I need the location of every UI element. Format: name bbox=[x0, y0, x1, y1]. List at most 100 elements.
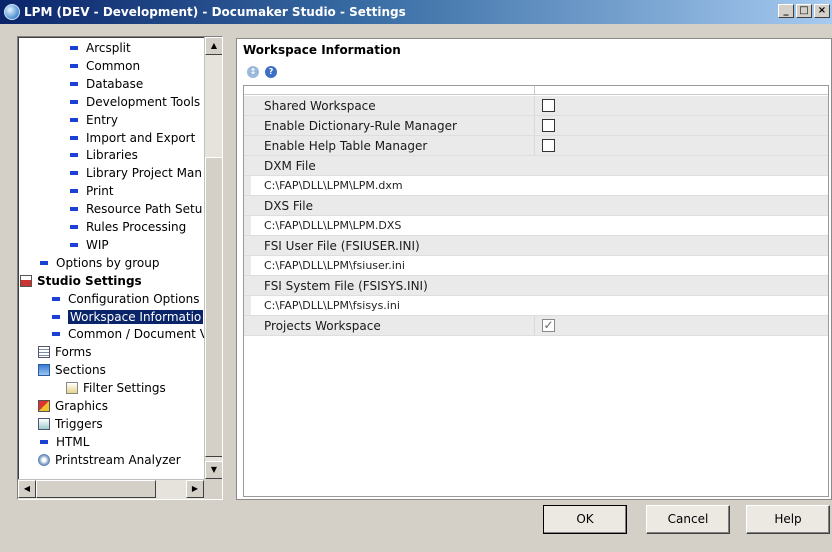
tree-item[interactable]: Common / Document V bbox=[50, 325, 204, 343]
bullet-icon bbox=[52, 296, 60, 301]
bullet-icon bbox=[70, 46, 78, 50]
checkbox[interactable] bbox=[542, 99, 555, 112]
property-label: DXS File bbox=[264, 198, 313, 213]
tree-item[interactable]: Filter Settings bbox=[66, 379, 166, 397]
row-margin bbox=[244, 216, 251, 235]
html-icon bbox=[40, 439, 48, 444]
path-value[interactable]: C:\FAP\DLL\LPM\LPM.DXS bbox=[264, 219, 401, 232]
tree-item-label: HTML bbox=[56, 434, 90, 449]
window-title: LPM (DEV - Development) - Documaker Stud… bbox=[24, 5, 406, 19]
cancel-button[interactable]: Cancel bbox=[646, 505, 730, 534]
property-value-row[interactable]: C:\FAP\DLL\LPM\LPM.DXS bbox=[244, 216, 828, 236]
column-divider bbox=[534, 136, 535, 155]
tree-item-label: Triggers bbox=[55, 416, 103, 431]
column-divider bbox=[534, 116, 535, 135]
tree-item[interactable]: HTML bbox=[38, 433, 89, 451]
tree-item[interactable]: Libraries bbox=[68, 146, 138, 164]
checkbox[interactable]: ✓ bbox=[542, 319, 555, 332]
scroll-down-arrow-icon[interactable]: ▼ bbox=[205, 461, 222, 479]
property-value-row[interactable]: C:\FAP\DLL\LPM\LPM.dxm bbox=[244, 176, 828, 196]
scroll-left-arrow-icon[interactable]: ◀ bbox=[18, 480, 36, 498]
app-icon bbox=[4, 4, 20, 20]
property-header: FSI User File (FSIUSER.INI) bbox=[244, 236, 828, 256]
property-header: DXM File bbox=[244, 156, 828, 176]
tree-item-label: Graphics bbox=[55, 399, 108, 413]
property-grid: Shared Workspace Enable Dictionary-Rule M… bbox=[243, 85, 829, 497]
tree-horizontal-scrollbar[interactable]: ◀ ▶ bbox=[18, 479, 204, 499]
bullet-icon bbox=[70, 117, 78, 122]
tree-vscroll-thumb[interactable] bbox=[205, 157, 222, 457]
tree-item[interactable]: WIP bbox=[68, 236, 109, 254]
path-value[interactable]: C:\FAP\DLL\LPM\LPM.dxm bbox=[264, 179, 403, 192]
minimize-button[interactable]: _ bbox=[778, 4, 794, 18]
graphics-icon bbox=[38, 400, 50, 412]
tree-item[interactable]: Import and Export bbox=[68, 129, 195, 147]
tree-item-label: Resource Path Setu bbox=[86, 202, 203, 217]
tree-item[interactable]: Triggers bbox=[38, 415, 103, 433]
tree-hscroll-thumb[interactable] bbox=[36, 480, 156, 498]
tree-item[interactable]: Rules Processing bbox=[68, 218, 186, 236]
help-button[interactable]: Help bbox=[746, 505, 830, 534]
sections-icon bbox=[38, 364, 50, 377]
grid-header-divider bbox=[534, 86, 535, 95]
path-value[interactable]: C:\FAP\DLL\LPM\fsisys.ini bbox=[264, 299, 400, 312]
property-row[interactable]: Shared Workspace bbox=[244, 96, 828, 116]
window-controls: _ □ × bbox=[778, 4, 830, 18]
row-margin bbox=[244, 176, 251, 195]
tree-item[interactable]: Common bbox=[68, 57, 140, 75]
tree-item-label: Import and Export bbox=[86, 130, 196, 145]
triggers-icon bbox=[38, 417, 50, 430]
property-value-row[interactable]: C:\FAP\DLL\LPM\fsisys.ini bbox=[244, 296, 828, 316]
tree-item[interactable]: Forms bbox=[38, 343, 91, 361]
tree-item[interactable]: Resource Path Setu bbox=[68, 200, 202, 218]
property-label: FSI User File (FSIUSER.INI) bbox=[264, 238, 420, 253]
tree-item[interactable]: Database bbox=[68, 75, 143, 93]
grid-header bbox=[244, 86, 828, 95]
tree-item[interactable]: Print bbox=[68, 182, 114, 200]
tree-item[interactable]: Printstream Analyzer bbox=[38, 451, 181, 469]
path-value[interactable]: C:\FAP\DLL\LPM\fsiuser.ini bbox=[264, 259, 405, 272]
bullet-icon bbox=[70, 189, 78, 194]
bullet-icon bbox=[40, 260, 48, 265]
property-value-row[interactable]: C:\FAP\DLL\LPM\fsiuser.ini bbox=[244, 256, 828, 276]
property-label: Enable Help Table Manager bbox=[264, 138, 428, 153]
property-row[interactable]: Enable Help Table Manager bbox=[244, 136, 828, 156]
tree-item[interactable]: Graphics bbox=[38, 397, 108, 415]
property-header: DXS File bbox=[244, 196, 828, 216]
tree-item[interactable]: Library Project Man bbox=[68, 164, 202, 182]
property-row[interactable]: Projects Workspace ✓ bbox=[244, 316, 828, 336]
tree-item-label: Options by group bbox=[56, 255, 160, 270]
panel-toolbar: ↕ ? bbox=[247, 66, 277, 78]
tree-item[interactable]: Studio Settings bbox=[20, 272, 142, 290]
tree-item[interactable]: Arcsplit bbox=[68, 39, 131, 57]
tree-item[interactable]: Development Tools bbox=[68, 93, 200, 111]
maximize-button[interactable]: □ bbox=[796, 4, 812, 18]
scroll-up-arrow-icon[interactable]: ▲ bbox=[205, 37, 222, 55]
checkbox[interactable] bbox=[542, 139, 555, 152]
bullet-icon bbox=[70, 153, 78, 158]
help-icon[interactable]: ? bbox=[265, 66, 277, 78]
scroll-right-arrow-icon[interactable]: ▶ bbox=[186, 480, 204, 498]
property-label: Shared Workspace bbox=[264, 98, 376, 113]
tree-item-label: Development Tools bbox=[86, 94, 201, 109]
property-row[interactable]: Enable Dictionary-Rule Manager bbox=[244, 116, 828, 136]
tree-item-label: Studio Settings bbox=[37, 273, 142, 288]
sort-icon[interactable]: ↕ bbox=[247, 66, 259, 78]
bullet-icon bbox=[70, 225, 78, 229]
checkbox[interactable] bbox=[542, 119, 555, 132]
bullet-icon bbox=[52, 314, 60, 319]
row-margin bbox=[244, 256, 251, 275]
tree-item[interactable]: Entry bbox=[68, 111, 118, 129]
bullet-icon bbox=[70, 242, 78, 247]
close-button[interactable]: × bbox=[814, 4, 830, 18]
tree-item[interactable]: Configuration Options bbox=[50, 290, 200, 308]
tree-item[interactable]: Workspace Informatio bbox=[50, 308, 204, 326]
property-label: Enable Dictionary-Rule Manager bbox=[264, 118, 457, 133]
tree-item[interactable]: Sections bbox=[38, 361, 106, 379]
tree-vertical-scrollbar[interactable]: ▲ ▼ bbox=[204, 37, 222, 479]
pane-splitter[interactable] bbox=[226, 36, 232, 500]
ok-button[interactable]: OK bbox=[543, 505, 627, 534]
tree-item-label: Database bbox=[86, 76, 144, 91]
tree-item[interactable]: Options by group bbox=[38, 254, 160, 272]
column-divider bbox=[534, 96, 535, 115]
